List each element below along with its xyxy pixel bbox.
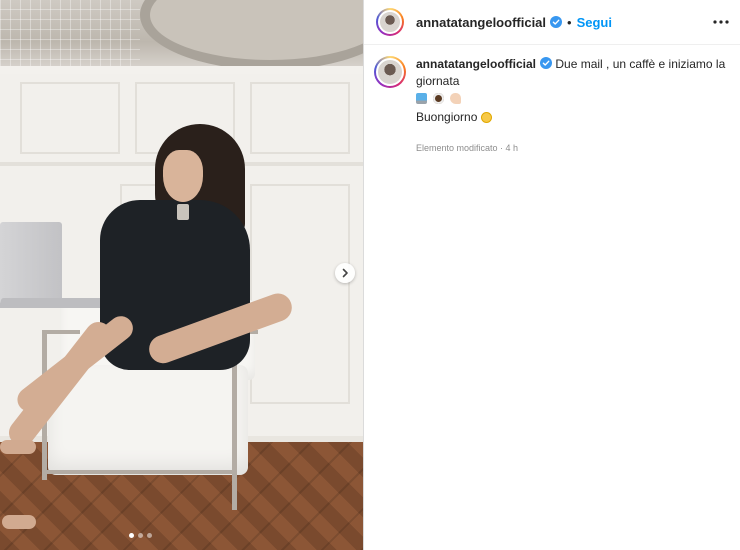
author-username[interactable]: annatatangeloofficial [416,15,546,30]
caption-username[interactable]: annatatangeloofficial [416,57,536,71]
carousel-dot [138,533,143,538]
more-options-button[interactable] [712,13,730,31]
photo-cornice [0,66,363,74]
carousel-dot [129,533,134,538]
laptop [0,222,62,304]
caption: annatatangeloofficial Due mail , un caff… [364,56,740,157]
verified-badge-icon [540,57,553,69]
next-slide-button[interactable] [335,263,355,283]
follow-button[interactable]: Segui [577,15,612,30]
carousel-dot [147,533,152,538]
caption-avatar[interactable] [374,56,406,88]
photo-ceiling [0,0,363,70]
laptop-emoji-icon [416,93,427,104]
chevron-right-icon [342,268,348,278]
separator-dot: • [567,14,572,30]
caption-greeting: Buongiorno [416,110,478,124]
flexed-biceps-emoji-icon [450,93,461,104]
coffee-emoji-icon [433,93,444,104]
post-header: annatatangeloofficial • Segui [364,0,740,45]
carousel-indicator [129,533,152,538]
avatar[interactable] [376,8,404,36]
more-horizontal-icon [713,20,729,24]
sun-emoji-icon [481,112,493,123]
caption-emojis [416,91,736,106]
verified-badge-icon [550,16,563,28]
caption-meta: Elemento modificato · 4 h [416,143,519,153]
post-photo[interactable] [0,0,363,550]
